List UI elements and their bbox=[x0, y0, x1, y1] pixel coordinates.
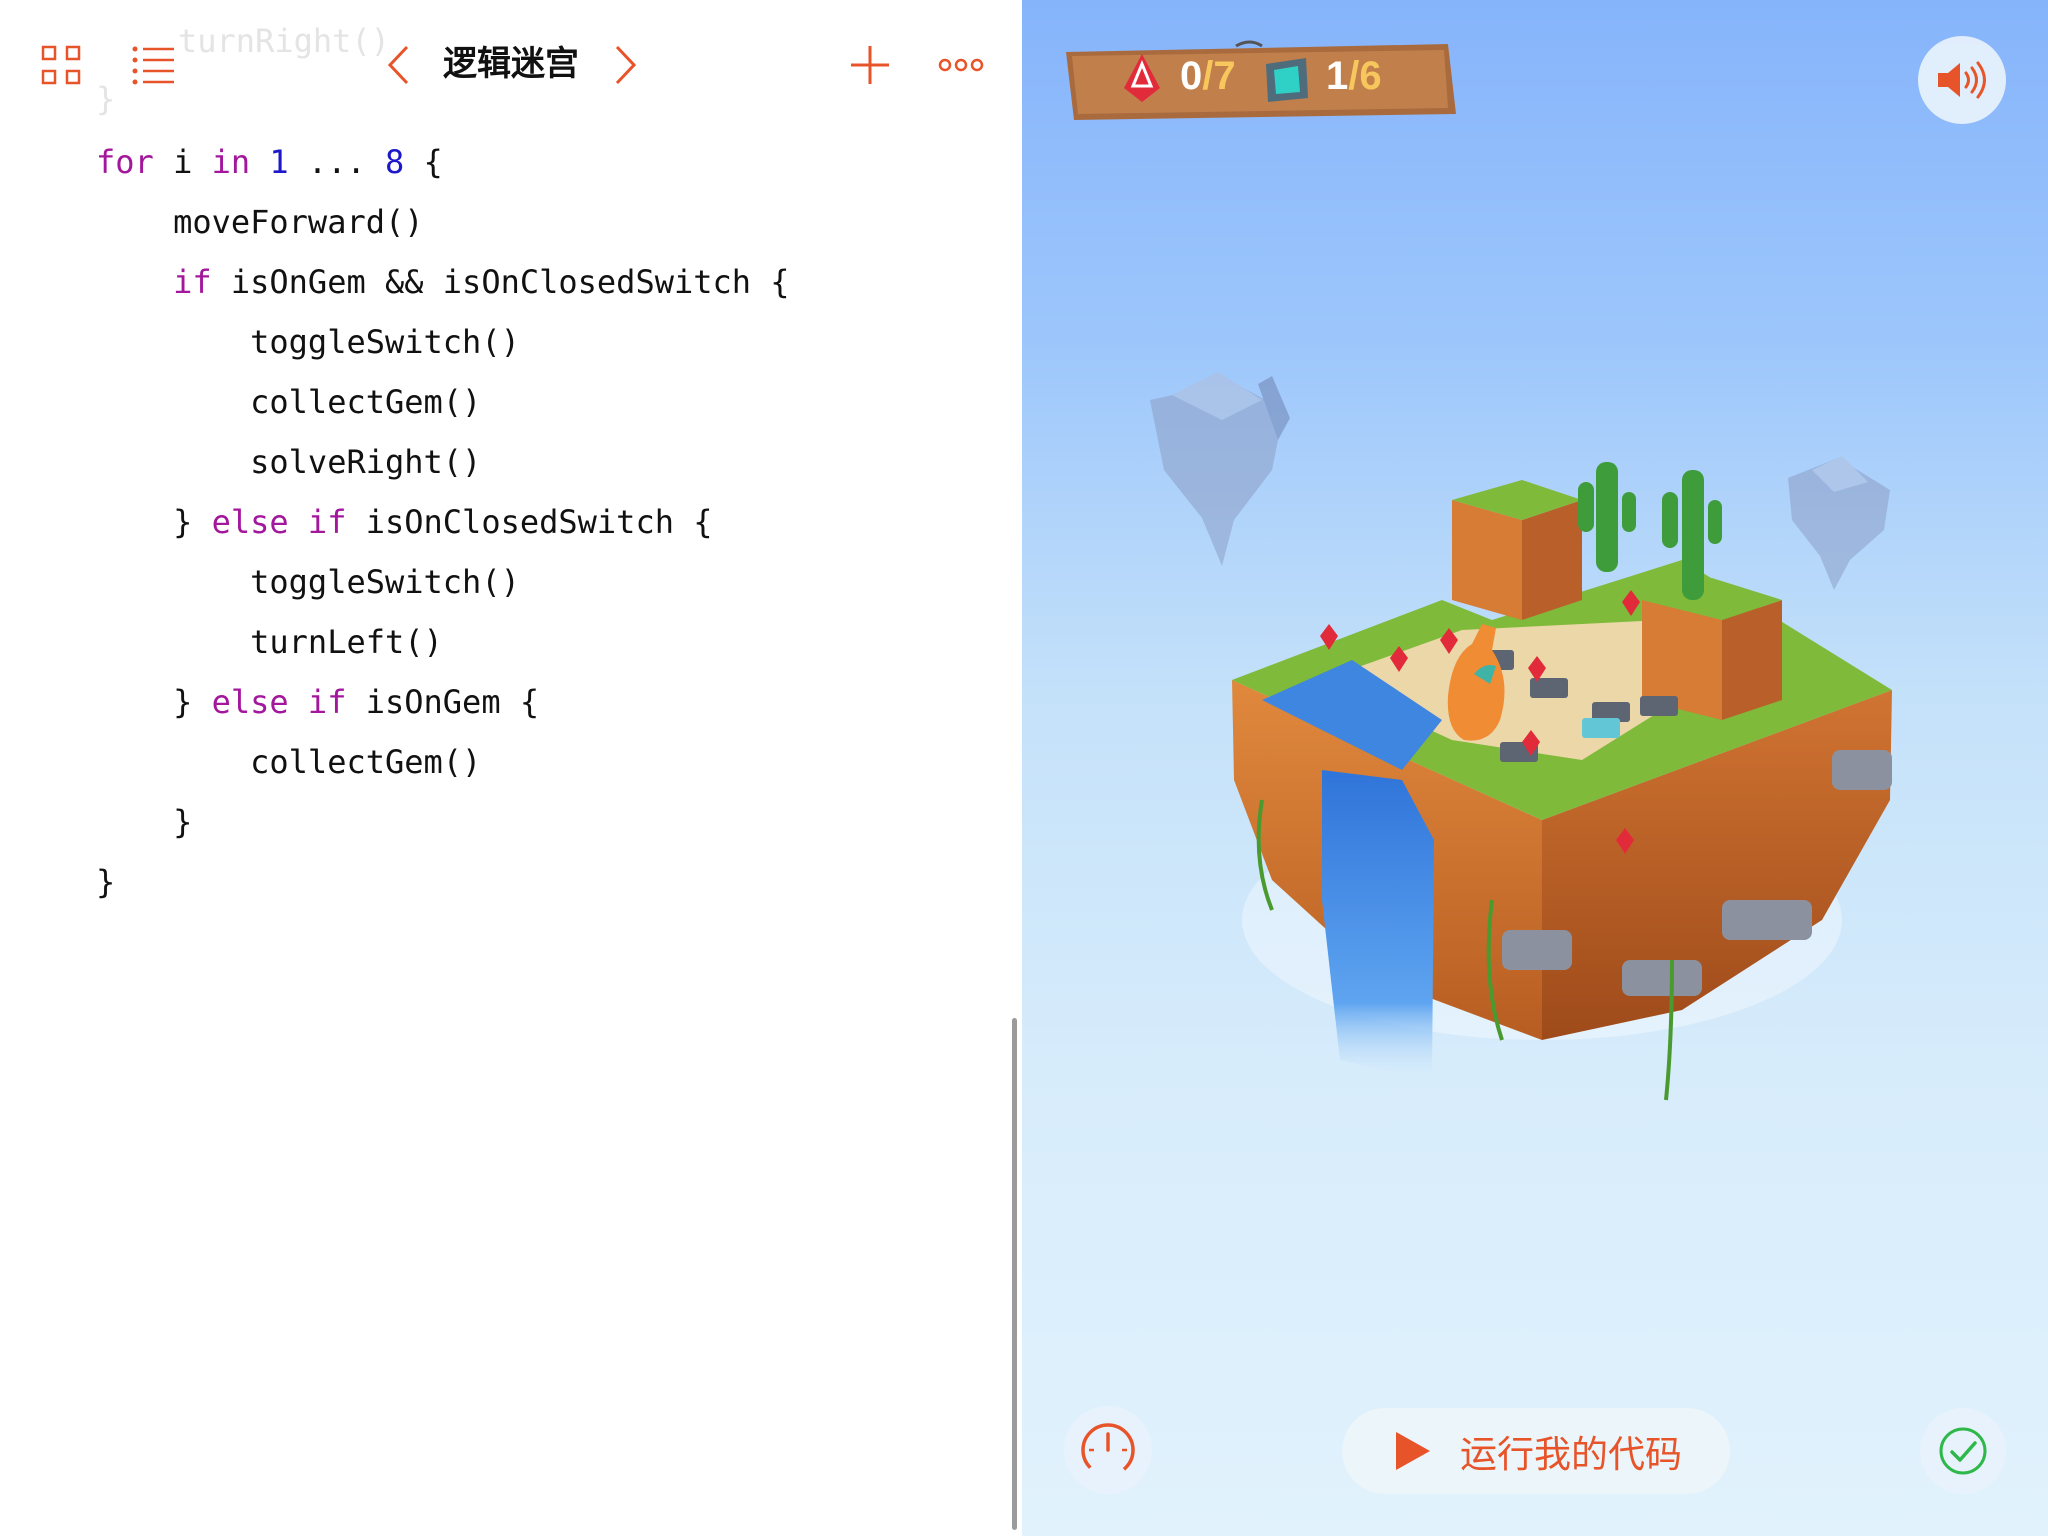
play-icon bbox=[1396, 1432, 1430, 1470]
code-line[interactable]: if isOnGem && isOnClosedSwitch { bbox=[96, 252, 790, 312]
live-view: 0/7 1/6 运行我的代码 bbox=[1022, 0, 2048, 1536]
code-editor: turnRight() } 逻辑迷宫 for i in 1 ... 8 {mo… bbox=[0, 0, 1022, 1536]
code-token: } bbox=[96, 803, 193, 841]
code-line[interactable]: } else if isOnGem { bbox=[96, 672, 790, 732]
more-icon bbox=[938, 58, 984, 72]
code-keyword: else if bbox=[211, 503, 347, 541]
code-token: } bbox=[96, 503, 212, 541]
code-token: toggleSwitch() bbox=[96, 323, 520, 361]
previous-page-button[interactable] bbox=[378, 40, 418, 90]
code-token: } bbox=[96, 863, 116, 901]
code-area[interactable]: for i in 1 ... 8 { moveForward() if isOn… bbox=[96, 132, 790, 912]
code-token: moveForward() bbox=[96, 203, 424, 241]
page-title: 逻辑迷宫 bbox=[443, 44, 579, 84]
code-line[interactable]: toggleSwitch() bbox=[96, 312, 790, 372]
code-line[interactable]: toggleSwitch() bbox=[96, 552, 790, 612]
chevron-right-icon bbox=[615, 45, 637, 85]
add-button[interactable] bbox=[846, 40, 894, 90]
code-token: isOnGem && isOnClosedSwitch { bbox=[211, 263, 790, 301]
code-token: { bbox=[404, 143, 443, 181]
switch-count: 1/6 bbox=[1326, 54, 1382, 99]
list-icon bbox=[132, 46, 174, 85]
code-keyword: else if bbox=[211, 683, 347, 721]
code-line[interactable]: } bbox=[96, 792, 790, 852]
code-token: isOnClosedSwitch { bbox=[346, 503, 713, 541]
speed-button[interactable] bbox=[1064, 1406, 1152, 1494]
list-button[interactable] bbox=[128, 40, 178, 90]
gems-collected: 0 bbox=[1180, 54, 1203, 98]
run-my-code-button[interactable]: 运行我的代码 bbox=[1342, 1408, 1730, 1494]
goal-check-button[interactable] bbox=[1920, 1408, 2006, 1494]
code-line[interactable]: collectGem() bbox=[96, 372, 790, 432]
sound-button[interactable] bbox=[1918, 36, 2006, 124]
code-number: 8 bbox=[384, 143, 405, 181]
gem-icon bbox=[1124, 54, 1160, 102]
gem-count: 0/7 bbox=[1180, 54, 1236, 99]
code-token: ... bbox=[288, 143, 385, 181]
gem-counter bbox=[1122, 52, 1162, 104]
scrolled-code-brace: } bbox=[96, 80, 116, 118]
floating-island bbox=[1232, 462, 1892, 1101]
speedometer-icon bbox=[1081, 1423, 1135, 1477]
code-number: 1 bbox=[269, 143, 289, 181]
code-line[interactable]: solveRight() bbox=[96, 432, 790, 492]
switches-total: /6 bbox=[1348, 54, 1382, 98]
code-token: turnLeft() bbox=[96, 623, 443, 661]
checkmark-icon bbox=[1939, 1427, 1987, 1475]
scrolled-code-line: turnRight() bbox=[178, 22, 390, 60]
gems-total: /7 bbox=[1202, 54, 1236, 98]
code-token: toggleSwitch() bbox=[96, 563, 520, 601]
scrollbar[interactable] bbox=[1012, 1018, 1017, 1530]
code-keyword: in bbox=[211, 143, 251, 181]
grid-icon bbox=[41, 45, 81, 85]
code-token: collectGem() bbox=[96, 383, 482, 421]
code-token: collectGem() bbox=[96, 743, 482, 781]
code-token: isOnGem { bbox=[346, 683, 540, 721]
code-line[interactable]: for i in 1 ... 8 { bbox=[96, 132, 790, 192]
switch-icon bbox=[1266, 58, 1308, 102]
plus-icon bbox=[851, 46, 889, 84]
switch-counter bbox=[1262, 54, 1312, 104]
chevron-left-icon bbox=[387, 45, 409, 85]
code-token: solveRight() bbox=[96, 443, 482, 481]
code-line[interactable]: moveForward() bbox=[96, 192, 790, 252]
speaker-icon bbox=[1938, 61, 1986, 99]
code-line[interactable]: } else if isOnClosedSwitch { bbox=[96, 492, 790, 552]
code-line[interactable]: turnLeft() bbox=[96, 612, 790, 672]
switches-on: 1 bbox=[1326, 54, 1349, 98]
grid-button[interactable] bbox=[36, 40, 86, 90]
code-keyword: if bbox=[173, 263, 212, 301]
code-keyword: for bbox=[96, 143, 154, 181]
code-line[interactable]: } bbox=[96, 852, 790, 912]
code-line[interactable]: collectGem() bbox=[96, 732, 790, 792]
more-button[interactable] bbox=[936, 46, 986, 84]
code-token: } bbox=[96, 683, 212, 721]
code-token: i bbox=[153, 143, 212, 181]
next-page-button[interactable] bbox=[606, 40, 646, 90]
run-button-label: 运行我的代码 bbox=[1460, 1433, 1682, 1476]
